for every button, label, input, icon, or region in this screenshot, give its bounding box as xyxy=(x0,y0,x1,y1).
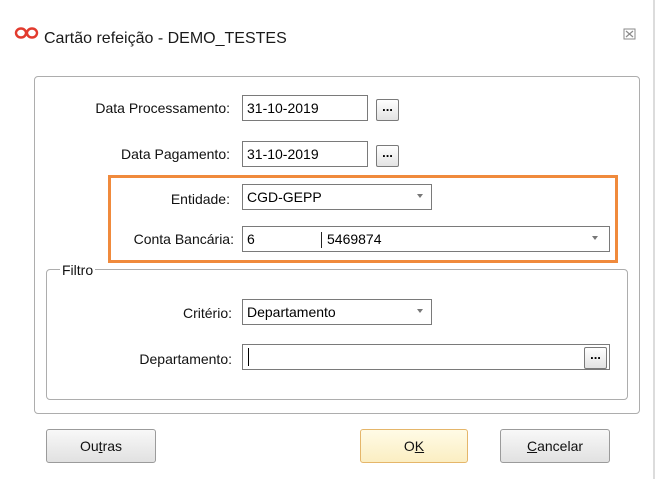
data-processamento-label: Data Processamento: xyxy=(95,100,230,116)
conta-bancaria-select[interactable]: 6 5469874 xyxy=(242,226,610,252)
entidade-value: CGD-GEPP xyxy=(247,189,322,205)
filtro-legend: Filtro xyxy=(60,262,96,278)
ok-mnemonic: K xyxy=(414,438,425,454)
dialog-window: Cartão refeição - DEMO_TESTES Data Proce… xyxy=(0,0,655,479)
data-processamento-picker-button[interactable]: ... xyxy=(376,99,399,121)
entidade-dropdown-arrow-icon[interactable] xyxy=(417,194,423,198)
data-processamento-field[interactable]: 31-10-2019 xyxy=(242,95,368,121)
data-pagamento-field[interactable]: 31-10-2019 xyxy=(242,141,368,167)
title-bar: Cartão refeição - DEMO_TESTES xyxy=(0,0,653,50)
departamento-field[interactable] xyxy=(242,344,610,370)
conta-bancaria-number: 6 xyxy=(247,231,255,247)
outras-button[interactable]: Outras xyxy=(46,429,156,463)
ok-button[interactable]: OK xyxy=(360,429,468,463)
dialog-content: Data Processamento: 31-10-2019 ... Data … xyxy=(0,60,653,479)
departamento-picker-button[interactable]: ... xyxy=(584,347,607,369)
column-separator xyxy=(321,232,322,248)
conta-bancaria-label: Conta Bancária: xyxy=(133,231,234,247)
cancelar-mnemonic: C xyxy=(526,438,538,454)
text-caret xyxy=(248,348,249,366)
data-pagamento-picker-button[interactable]: ... xyxy=(376,145,399,167)
cancelar-label-end: ancelar xyxy=(537,438,584,454)
criterio-label: Critério: xyxy=(182,305,232,321)
outras-label-start: Ou xyxy=(79,438,99,454)
departamento-label: Departamento: xyxy=(139,351,232,367)
infinity-icon xyxy=(14,27,39,39)
ok-label-start: O xyxy=(403,438,415,454)
close-icon[interactable] xyxy=(620,24,640,44)
cancelar-button[interactable]: Cancelar xyxy=(500,429,610,463)
entidade-select[interactable]: CGD-GEPP xyxy=(242,184,432,210)
data-pagamento-label: Data Pagamento: xyxy=(121,146,230,162)
conta-bancaria-account: 5469874 xyxy=(327,231,382,247)
conta-bancaria-dropdown-arrow-icon[interactable] xyxy=(592,236,598,240)
filtro-group xyxy=(46,269,628,400)
criterio-select[interactable]: Departamento xyxy=(242,299,432,325)
entidade-label: Entidade: xyxy=(170,191,230,207)
criterio-value: Departamento xyxy=(247,304,336,320)
window-title: Cartão refeição - DEMO_TESTES xyxy=(44,30,287,47)
criterio-dropdown-arrow-icon[interactable] xyxy=(417,309,423,313)
outras-label-end: ras xyxy=(102,438,123,454)
